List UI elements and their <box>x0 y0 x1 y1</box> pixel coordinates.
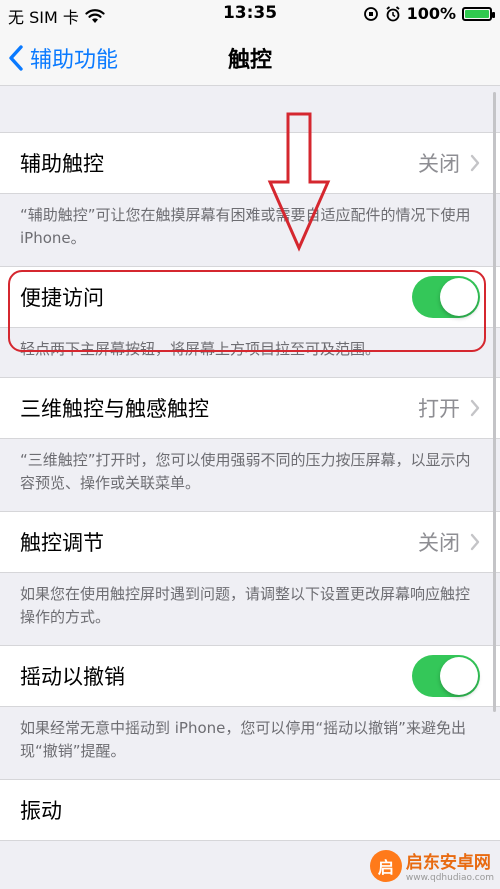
status-bar: 无 SIM 卡 13:35 100% <box>0 0 500 28</box>
touch-accommodations-row[interactable]: 触控调节 关闭 <box>0 512 500 572</box>
toggle-knob <box>440 657 478 695</box>
row-label: 触控调节 <box>20 531 104 555</box>
battery-percentage: 100% <box>406 4 456 23</box>
shake-to-undo-toggle[interactable] <box>412 655 480 697</box>
assistive-touch-row[interactable]: 辅助触控 关闭 <box>0 133 500 193</box>
3d-touch-footer: “三维触控”打开时，您可以使用强弱不同的压力按压屏幕，以显示内容预览、操作或关联… <box>20 451 471 492</box>
annotation-arrow-icon <box>267 112 331 252</box>
touch-accommodations-value: 关闭 <box>418 531 460 555</box>
3d-touch-group: 三维触控与触感触控 打开 <box>0 377 500 439</box>
orientation-lock-icon <box>363 6 378 21</box>
assistive-touch-footer: “辅助触控”可让您在触摸屏幕有困难或需要自适应配件的情况下使用 iPhone。 <box>20 206 471 247</box>
battery-icon <box>462 6 495 21</box>
watermark-name: 启东安卓网 <box>405 853 491 873</box>
chevron-right-icon <box>470 399 480 417</box>
alarm-icon <box>386 5 400 21</box>
row-label: 摇动以撤销 <box>20 665 125 689</box>
row-label: 辅助触控 <box>20 152 104 176</box>
row-value: 关闭 <box>418 527 480 557</box>
row-label: 三维触控与触感触控 <box>20 397 209 421</box>
row-label: 振动 <box>20 799 62 823</box>
vibration-group: 振动 <box>0 779 500 841</box>
touch-accommodations-group: 触控调节 关闭 <box>0 511 500 573</box>
chevron-right-icon <box>470 154 480 172</box>
watermark-logo: 启 <box>369 849 402 882</box>
assistive-touch-value: 关闭 <box>418 152 460 176</box>
shake-to-undo-group: 摇动以撤销 <box>0 645 500 707</box>
settings-list[interactable]: 辅助触控 关闭 “辅助触控”可让您在触摸屏幕有困难或需要自适应配件的情况下使用 … <box>0 86 500 889</box>
shake-to-undo-row[interactable]: 摇动以撤销 <box>0 646 500 706</box>
vibration-row[interactable]: 振动 <box>0 780 500 840</box>
shake-to-undo-footer: 如果经常无意中摇动到 iPhone，您可以停用“摇动以撤销”来避免出现“撤销”提… <box>20 719 466 760</box>
watermark-text: 启东安卓网 www.qdhudiao.com <box>406 848 494 883</box>
status-right: 100% <box>363 4 495 23</box>
navigation-bar: 辅助功能 触控 <box>0 28 500 86</box>
3d-touch-value: 打开 <box>418 397 460 421</box>
watermark-url: www.qdhudiao.com <box>405 873 494 883</box>
watermark: 启 启东安卓网 www.qdhudiao.com <box>369 848 494 883</box>
assistive-touch-group: 辅助触控 关闭 <box>0 132 500 194</box>
chevron-right-icon <box>470 533 480 551</box>
row-value: 打开 <box>418 393 480 423</box>
touch-accommodations-footer: 如果您在使用触控屏时遇到问题，请调整以下设置更改屏幕响应触控操作的方式。 <box>20 585 471 626</box>
scroll-indicator <box>493 92 496 712</box>
annotation-highlight-box <box>8 270 486 352</box>
3d-touch-row[interactable]: 三维触控与触感触控 打开 <box>0 378 500 438</box>
page-title: 触控 <box>227 48 272 73</box>
row-value: 关闭 <box>418 148 480 178</box>
